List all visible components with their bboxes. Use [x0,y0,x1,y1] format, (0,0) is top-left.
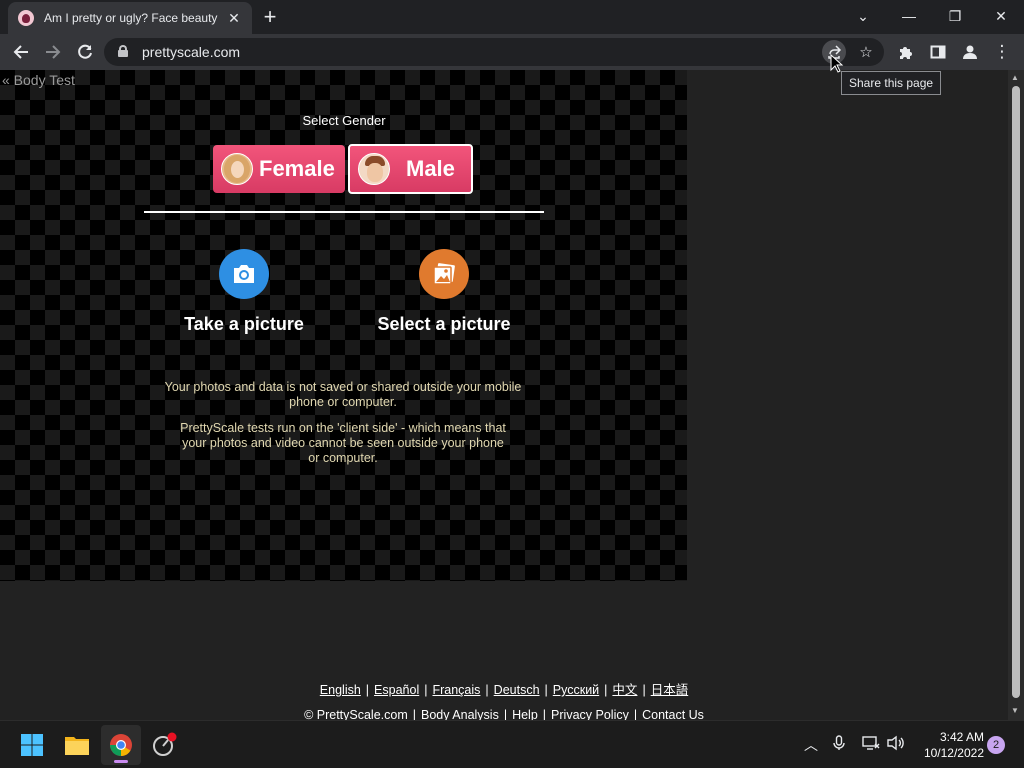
site-favicon-icon [18,10,34,26]
tab-title: Am I pretty or ugly? Face beauty [44,11,218,25]
reload-icon[interactable] [72,39,98,65]
select-gender-label: Select Gender [302,113,386,128]
vertical-scrollbar[interactable]: ▲ ▼ [1008,70,1024,720]
footer-link-privacy[interactable]: Privacy Policy [551,708,629,720]
language-links: English | Español | Français | Deutsch | Русский… [319,683,689,697]
app-with-badge-icon[interactable] [145,725,185,765]
network-icon[interactable] [861,735,881,754]
volume-icon[interactable] [886,735,906,754]
extensions-puzzle-icon[interactable] [893,39,919,65]
male-avatar-icon [358,153,390,185]
lang-link-german[interactable]: Deutsch [494,683,540,697]
share-tooltip: Share this page [841,71,942,95]
url-text[interactable]: prettyscale.com [142,44,240,60]
taskbar-clock[interactable]: 3:42 AM 10/12/2022 [912,729,984,761]
male-label: Male [406,156,455,181]
active-app-indicator [114,760,128,763]
lock-icon[interactable] [118,45,128,57]
windows-taskbar: ︿ 3:42 AM 10/12/2022 2 [0,720,1024,768]
browser-tab[interactable]: Am I pretty or ugly? Face beauty ✕ [8,2,252,34]
tab-search-dropdown-icon[interactable]: ⌄ [840,0,886,32]
female-label: Female [259,156,335,181]
divider [144,211,544,213]
profile-icon[interactable] [957,39,983,65]
browser-toolbar: prettyscale.com ☆ ⋮ [0,34,1024,70]
camera-icon[interactable] [219,249,269,299]
chrome-taskbar-icon[interactable] [101,725,141,765]
scrollbar-thumb[interactable] [1012,86,1020,698]
notification-badge[interactable]: 2 [987,736,1005,754]
restore-button[interactable]: ❐ [932,0,978,32]
bookmark-star-icon[interactable]: ☆ [854,40,878,64]
footer-links: © PrettyScale.com | Body Analysis | Help | Pri… [304,708,704,720]
address-bar[interactable]: prettyscale.com ☆ [104,38,884,66]
tab-strip: Am I pretty or ugly? Face beauty ✕ + ⌄ —… [0,0,1024,34]
close-window-button[interactable]: ✕ [978,0,1024,32]
start-windows-icon[interactable] [12,725,52,765]
lang-link-spanish[interactable]: Español [374,683,419,697]
photos-icon[interactable] [419,249,469,299]
mouse-cursor-icon [830,53,844,79]
privacy-notice-2: PrettyScale tests run on the 'client sid… [180,421,506,465]
test-stage: « Body Test Select Gender Female Male Ta… [0,70,687,581]
forward-arrow-icon[interactable] [40,39,66,65]
female-avatar-icon [221,153,253,185]
footer-link-contact[interactable]: Contact Us [642,708,704,720]
menu-kebab-icon[interactable]: ⋮ [989,39,1015,65]
lang-link-chinese[interactable]: 中文 [612,683,637,697]
scroll-up-arrow-icon[interactable]: ▲ [1011,73,1019,82]
copyright-text: © PrettyScale.com [304,708,408,720]
footer-link-body-analysis[interactable]: Body Analysis [421,708,499,720]
back-to-body-test-link[interactable]: « Body Test [2,72,75,88]
minimize-button[interactable]: — [886,0,932,32]
new-tab-button[interactable]: + [258,6,282,30]
clock-date: 10/12/2022 [923,746,984,760]
microphone-icon[interactable] [829,735,849,754]
file-explorer-icon[interactable] [57,725,97,765]
lang-link-japanese[interactable]: 日本語 [651,683,689,697]
privacy-notice-1: Your photos and data is not saved or sha… [164,380,522,409]
lang-link-french[interactable]: Français [432,683,480,697]
lang-link-russian[interactable]: Русский [553,683,599,697]
back-arrow-icon[interactable] [8,39,34,65]
tray-overflow-chevron-icon[interactable]: ︿ [801,735,821,755]
take-picture-button[interactable]: Take a picture [134,314,354,335]
scroll-down-arrow-icon[interactable]: ▼ [1011,706,1019,715]
footer-link-help[interactable]: Help [512,708,538,720]
male-button[interactable]: Male [348,144,473,194]
tab-close-icon[interactable]: ✕ [226,10,242,27]
select-picture-button[interactable]: Select a picture [334,314,554,335]
clock-time: 3:42 AM [939,730,984,744]
page-viewport: « Body Test Select Gender Female Male Ta… [0,70,1008,720]
side-panel-icon[interactable] [925,39,951,65]
lang-link-english[interactable]: English [320,683,361,697]
female-button[interactable]: Female [213,145,345,193]
